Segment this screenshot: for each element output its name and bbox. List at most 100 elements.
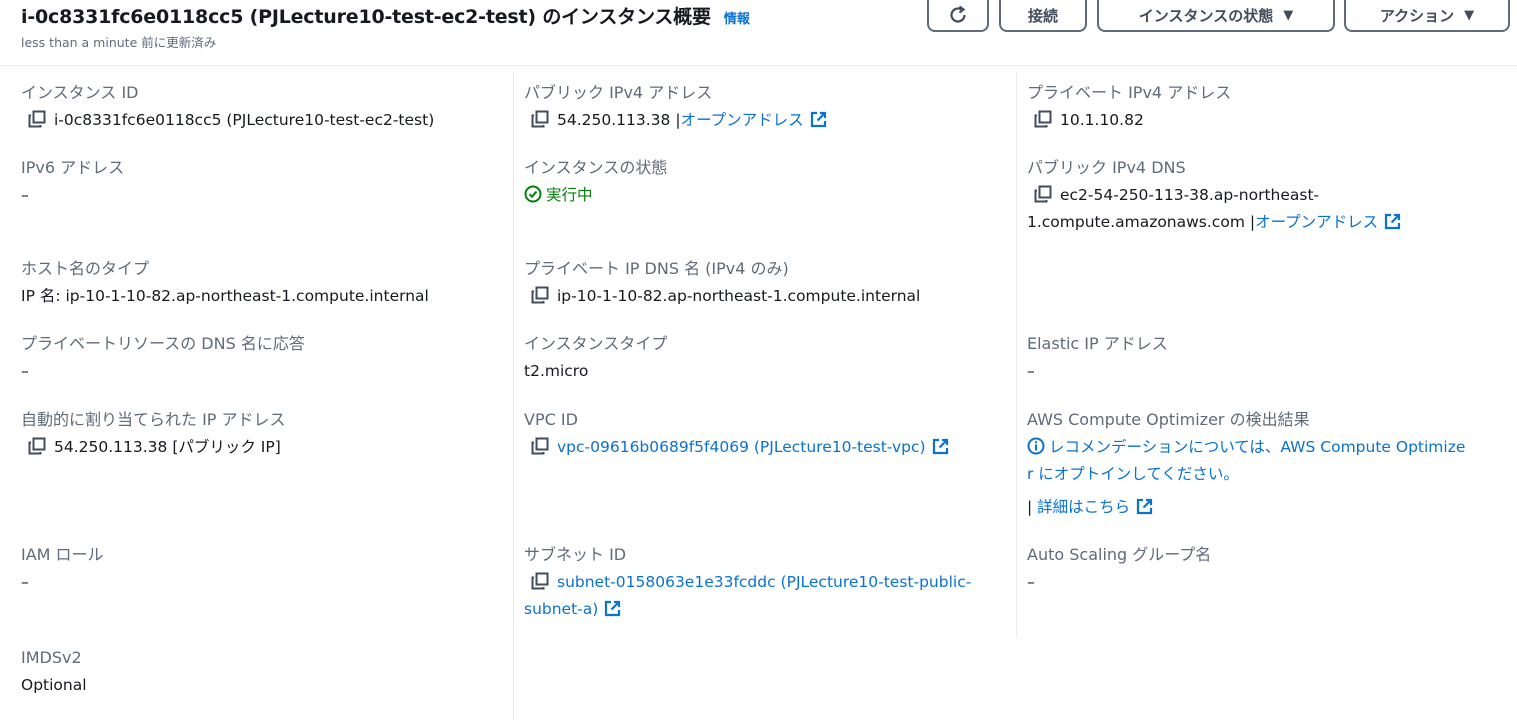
page-title: i-0c8331fc6e0118cc5 (PJLecture10-test-ec…: [21, 6, 711, 28]
copy-icon[interactable]: [531, 572, 549, 590]
field-hostname-type: ホスト名のタイプ IP 名: ip-10-1-10-82.ap-northeas…: [21, 258, 501, 310]
field-private-ipv4: プライベート IPv4 アドレス 10.1.10.82: [1027, 82, 1507, 134]
field-value: 54.250.113.38 |オープンアドレス: [524, 107, 1004, 134]
field-iam-role: IAM ロール –: [21, 544, 501, 596]
refresh-button[interactable]: [927, 0, 989, 32]
external-link-icon: [1384, 213, 1401, 230]
subnet-id-line-1: subnet-0158063e1e33fcddc (PJLecture10-te…: [524, 569, 1004, 596]
field-value: ec2-54-250-113-38.ap-northeast- 1.comput…: [1027, 182, 1507, 236]
copy-icon[interactable]: [531, 286, 549, 304]
field-ipv6: IPv6 アドレス –: [21, 157, 501, 209]
field-label: パブリック IPv4 アドレス: [524, 83, 713, 102]
external-link-icon: [604, 600, 621, 617]
private-resource-dns-value: –: [21, 362, 29, 380]
copy-icon[interactable]: [531, 437, 549, 455]
auto-ip-value: 54.250.113.38 [パブリック IP]: [54, 438, 281, 456]
info-link[interactable]: 情報: [724, 12, 750, 27]
field-auto-ip: 自動的に割り当てられた IP アドレス 54.250.113.38 [パブリック…: [21, 409, 501, 461]
private-ipv4-value: 10.1.10.82: [1060, 111, 1144, 129]
compute-optimizer-line-1: レコメンデーションについては、AWS Compute Optimize: [1027, 434, 1507, 461]
field-label: VPC ID: [524, 410, 578, 429]
field-value: subnet-0158063e1e33fcddc (PJLecture10-te…: [524, 569, 1004, 623]
field-value: 54.250.113.38 [パブリック IP]: [21, 434, 501, 461]
connect-button-label: 接続: [1027, 6, 1058, 25]
public-dns-line-2: 1.compute.amazonaws.com |オープンアドレス: [1027, 209, 1507, 236]
field-label: IMDSv2: [21, 648, 82, 667]
field-subnet-id: サブネット ID subnet-0158063e1e33fcddc (PJLec…: [524, 544, 1004, 623]
external-link-icon: [810, 111, 827, 128]
field-private-ip-dns: プライベート IP DNS 名 (IPv4 のみ) ip-10-1-10-82.…: [524, 258, 1004, 310]
field-value: ip-10-1-10-82.ap-northeast-1.compute.int…: [524, 283, 1004, 310]
copy-icon[interactable]: [1034, 110, 1052, 128]
field-public-ipv4: パブリック IPv4 アドレス 54.250.113.38 |オープンアドレス: [524, 82, 1004, 134]
connect-button[interactable]: 接続: [999, 0, 1087, 32]
field-instance-id: インスタンス ID i-0c8331fc6e0118cc5 (PJLecture…: [21, 82, 501, 134]
instance-id-value: i-0c8331fc6e0118cc5 (PJLecture10-test-ec…: [54, 111, 435, 129]
compute-optimizer-message-2[interactable]: r にオプトインしてください。: [1027, 461, 1507, 488]
elastic-ip-value: –: [1027, 362, 1035, 380]
field-auto-scaling: Auto Scaling グループ名 –: [1027, 544, 1507, 596]
field-label: IPv6 アドレス: [21, 158, 125, 177]
field-label: インスタンス ID: [21, 83, 139, 102]
field-label: IAM ロール: [21, 545, 104, 564]
title-row: i-0c8331fc6e0118cc5 (PJLecture10-test-ec…: [21, 2, 750, 29]
field-label: ホスト名のタイプ: [21, 259, 150, 278]
field-label: Auto Scaling グループ名: [1027, 545, 1212, 564]
subnet-id-link-2[interactable]: subnet-a): [524, 600, 598, 618]
page-header: i-0c8331fc6e0118cc5 (PJLecture10-test-ec…: [0, 0, 1517, 66]
field-instance-state: インスタンスの状態 実行中: [524, 157, 1004, 209]
hostname-type-value: IP 名: ip-10-1-10-82.ap-northeast-1.compu…: [21, 287, 429, 305]
private-ip-dns-value: ip-10-1-10-82.ap-northeast-1.compute.int…: [557, 287, 921, 305]
column-divider: [1016, 72, 1017, 637]
learn-more-link[interactable]: 詳細はこちら: [1037, 498, 1130, 516]
column-divider: [513, 72, 514, 720]
field-label: プライベート IP DNS 名 (IPv4 のみ): [524, 259, 789, 278]
copy-icon[interactable]: [1034, 185, 1052, 203]
subnet-id-link-1[interactable]: subnet-0158063e1e33fcddc (PJLecture10-te…: [557, 573, 971, 591]
external-link-icon: [932, 438, 949, 455]
success-check-icon: [524, 185, 542, 203]
instance-type-value: t2.micro: [524, 362, 589, 380]
field-value: 10.1.10.82: [1027, 107, 1507, 134]
iam-role-value: –: [21, 573, 29, 591]
subnet-id-line-2: subnet-a): [524, 596, 1004, 623]
field-private-resource-dns: プライベートリソースの DNS 名に応答 –: [21, 333, 501, 385]
imdsv2-value: Optional: [21, 676, 87, 694]
info-icon: [1027, 437, 1045, 455]
field-label: プライベートリソースの DNS 名に応答: [21, 334, 305, 353]
field-label: AWS Compute Optimizer の検出結果: [1027, 410, 1310, 429]
instance-state-value: 実行中: [546, 186, 593, 204]
field-elastic-ip: Elastic IP アドレス –: [1027, 333, 1507, 385]
public-ipv4-value: 54.250.113.38: [557, 111, 671, 129]
copy-icon[interactable]: [531, 110, 549, 128]
instance-state-dropdown[interactable]: インスタンスの状態 ▼: [1097, 0, 1335, 32]
caret-down-icon: ▼: [1283, 7, 1294, 23]
last-updated-text: less than a minute 前に更新済み: [21, 35, 217, 50]
open-address-link[interactable]: オープンアドレス: [1255, 213, 1378, 231]
copy-icon[interactable]: [28, 437, 46, 455]
instance-state-dropdown-label: インスタンスの状態: [1138, 6, 1274, 25]
field-label: サブネット ID: [524, 545, 627, 564]
compute-optimizer-message-1[interactable]: レコメンデーションについては、AWS Compute Optimize: [1049, 438, 1465, 456]
copy-icon[interactable]: [28, 110, 46, 128]
field-label: 自動的に割り当てられた IP アドレス: [21, 410, 286, 429]
instance-details-grid: インスタンス ID i-0c8331fc6e0118cc5 (PJLecture…: [0, 67, 1517, 720]
field-imdsv2: IMDSv2 Optional: [21, 647, 501, 699]
field-label: インスタンスタイプ: [524, 334, 668, 353]
refresh-icon: [950, 5, 966, 23]
field-value: 実行中: [524, 182, 1004, 209]
separator: |: [1027, 498, 1033, 516]
field-vpc-id: VPC ID vpc-09616b0689f5f4069 (PJLecture1…: [524, 409, 1004, 461]
field-label: インスタンスの状態: [524, 158, 668, 177]
compute-optimizer-line-3: | 詳細はこちら: [1027, 494, 1507, 521]
actions-dropdown-label: アクション: [1379, 6, 1455, 25]
field-value: vpc-09616b0689f5f4069 (PJLecture10-test-…: [524, 434, 1004, 461]
field-instance-type: インスタンスタイプ t2.micro: [524, 333, 1004, 385]
field-label: パブリック IPv4 DNS: [1027, 158, 1186, 177]
vpc-id-link[interactable]: vpc-09616b0689f5f4069 (PJLecture10-test-…: [557, 438, 926, 456]
field-label: プライベート IPv4 アドレス: [1027, 83, 1232, 102]
public-dns-value-2: 1.compute.amazonaws.com: [1027, 213, 1245, 231]
actions-dropdown[interactable]: アクション ▼: [1344, 0, 1510, 32]
field-compute-optimizer: AWS Compute Optimizer の検出結果 レコメンデーションについ…: [1027, 409, 1507, 521]
open-address-link[interactable]: オープンアドレス: [681, 111, 804, 129]
